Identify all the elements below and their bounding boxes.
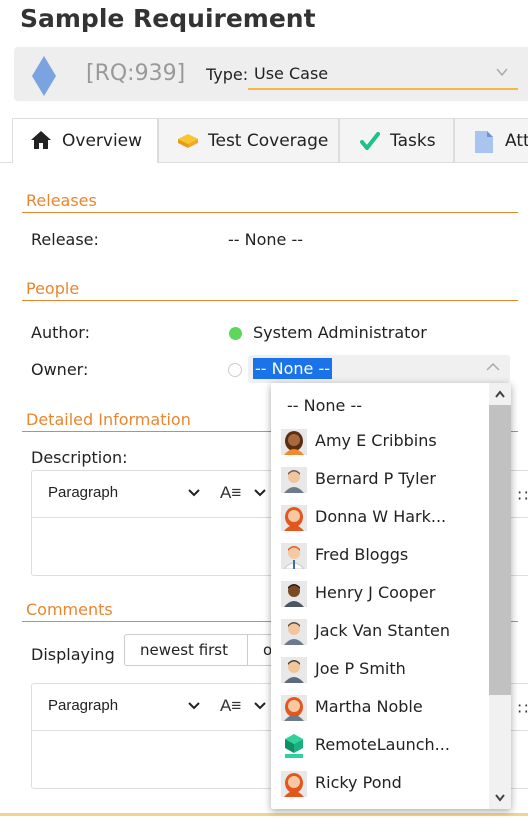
detailed-section-title: Detailed Information [26,410,191,429]
newest-first-label: newest first [140,641,229,659]
male-avatar-icon [281,467,307,493]
release-label: Release: [31,230,99,249]
page: Sample Requirement [RQ:939] Type: Use Ca… [0,0,528,818]
chevron-down-icon[interactable] [254,489,266,497]
owner-option[interactable]: Jack Van Stanten [271,613,489,651]
releases-section-rule [22,212,518,213]
dropdown-scrollbar[interactable] [489,383,511,809]
owner-option[interactable]: Ricky Pond [271,765,489,803]
displaying-label: Displaying [31,645,115,664]
owner-option[interactable]: Bernard P Tyler [271,461,489,499]
page-title: Sample Requirement [20,4,316,33]
tab-overview[interactable]: Overview [12,118,158,163]
paragraph-style-select[interactable]: Paragraph [48,484,118,501]
owner-option[interactable]: Henry J Cooper [271,575,489,613]
requirement-id: [RQ:939] [86,61,186,86]
people-section-rule [22,300,518,301]
type-select[interactable]: Use Case [248,60,518,90]
owner-select-value: -- None -- [253,358,333,379]
owner-option-label: Martha Noble [315,697,423,716]
female-redhead-avatar-icon [281,505,307,531]
male-dark-avatar-icon [281,581,307,607]
paragraph-style-select[interactable]: Paragraph [48,697,118,714]
owner-option-label: Jack Van Stanten [315,621,451,640]
tab-attachments-label: Att [505,131,528,151]
description-label: Description: [31,448,128,467]
test-coverage-icon [178,134,198,148]
owner-option[interactable]: RemoteLaunch... [271,727,489,765]
owner-option-label: Amy E Cribbins [315,431,437,450]
release-value[interactable]: -- None -- [228,230,303,249]
font-size-icon[interactable]: A≡ [220,696,241,716]
tab-attachments[interactable]: Att [454,118,528,162]
owner-option-label: Bernard P Tyler [315,469,436,488]
online-status-icon [229,327,242,340]
owner-option-label: Henry J Cooper [315,583,436,602]
male-avatar-icon [281,657,307,683]
owner-dropdown-list[interactable]: -- None -- Amy E Cribbins Bernard P Tyle… [271,383,511,809]
owner-option-none[interactable]: -- None -- [271,388,489,426]
home-icon [31,131,51,149]
tab-overview-label: Overview [62,131,143,151]
scroll-down-icon[interactable] [495,794,505,802]
owner-option[interactable]: Donna W Hark... [271,499,489,537]
checkmark-icon [360,132,380,150]
chevron-down-icon[interactable] [188,702,200,710]
tab-tasks-label: Tasks [390,131,436,151]
scroll-up-icon[interactable] [495,390,505,398]
robot-avatar-icon [285,734,303,758]
offline-status-icon [228,363,242,377]
owner-option-label: Fred Bloggs [315,545,409,564]
female-redhead-avatar-icon [281,771,307,797]
female-redhead-avatar-icon [281,695,307,721]
owner-option-label: Donna W Hark... [315,507,447,526]
author-label: Author: [31,323,90,342]
owner-option-label: -- None -- [287,396,363,415]
tab-test-coverage-label: Test Coverage [208,131,329,151]
owner-label: Owner: [31,360,89,379]
releases-section-title: Releases [26,191,97,210]
scrollbar-thumb[interactable] [489,405,511,695]
newest-first-button[interactable]: newest first [124,634,248,666]
owner-option-label: Ricky Pond [315,773,402,792]
male-redhead-avatar-icon [281,543,307,569]
document-icon [475,131,493,153]
owner-option-label: Joe P Smith [315,659,406,678]
chevron-down-icon [496,68,508,77]
owner-option[interactable]: Joe P Smith [271,651,489,689]
type-select-value: Use Case [254,64,329,83]
font-size-icon[interactable]: A≡ [220,483,241,503]
male-avatar-icon [281,619,307,645]
people-section-title: People [26,279,80,298]
more-options-icon[interactable]: ∷ [518,699,528,719]
chevron-down-icon[interactable] [254,702,266,710]
owner-option[interactable]: Fred Bloggs [271,537,489,575]
tab-tasks[interactable]: Tasks [339,118,454,162]
owner-option[interactable]: Amy E Cribbins [271,423,489,461]
diamond-icon [32,56,56,96]
comments-section-title: Comments [26,600,113,619]
tab-test-coverage[interactable]: Test Coverage [158,118,339,162]
owner-select[interactable]: -- None -- [248,355,510,383]
chevron-up-icon [486,362,500,371]
owner-option-label: RemoteLaunch... [315,735,450,754]
owner-option[interactable]: Martha Noble [271,689,489,727]
female-dark-avatar-icon [281,429,307,455]
chevron-down-icon[interactable] [188,489,200,497]
more-options-icon[interactable]: ∷ [518,486,528,506]
footer-divider [0,813,528,816]
type-label: Type: [206,65,249,84]
author-value[interactable]: System Administrator [253,323,427,342]
